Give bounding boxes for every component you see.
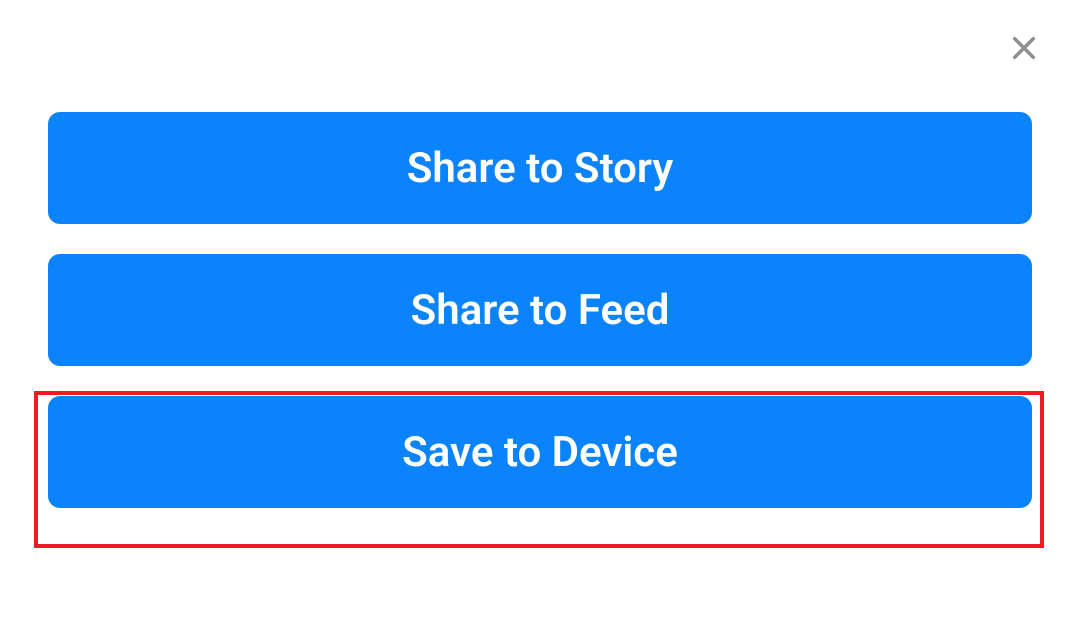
- action-button-list: Share to Story Share to Feed Save to Dev…: [48, 112, 1032, 508]
- close-button[interactable]: [1008, 32, 1040, 64]
- save-to-device-button[interactable]: Save to Device: [48, 396, 1032, 508]
- share-to-story-button[interactable]: Share to Story: [48, 112, 1032, 224]
- share-to-feed-label: Share to Feed: [411, 286, 670, 335]
- share-to-story-label: Share to Story: [407, 144, 674, 193]
- share-to-feed-button[interactable]: Share to Feed: [48, 254, 1032, 366]
- save-to-device-label: Save to Device: [402, 428, 678, 477]
- close-icon: [1010, 34, 1038, 62]
